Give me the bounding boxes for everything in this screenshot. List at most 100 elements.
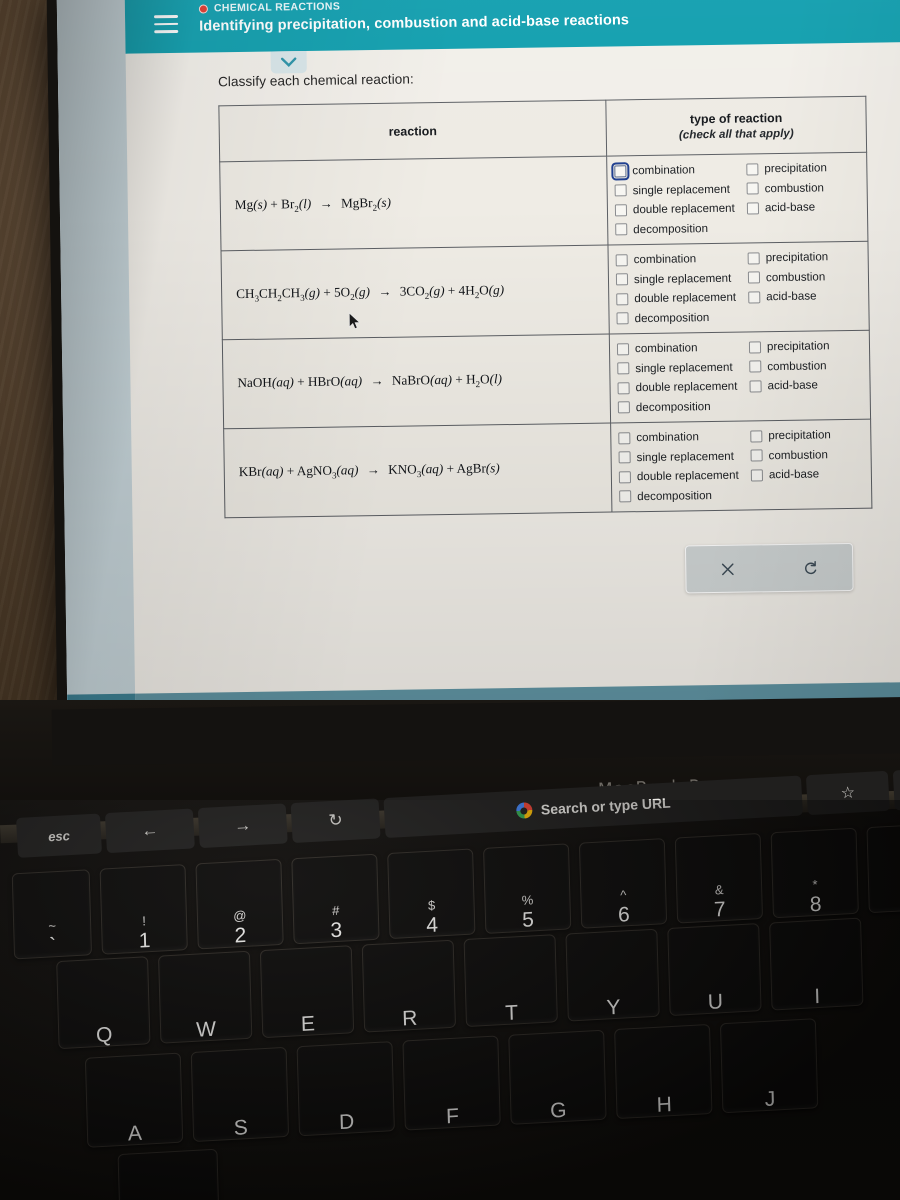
- checkbox-option-single-replacement[interactable]: single replacement: [618, 449, 751, 464]
- key-q[interactable]: Q: [56, 956, 151, 1050]
- key-g[interactable]: G: [508, 1029, 607, 1125]
- key-9[interactable]: (9: [866, 822, 900, 914]
- checkbox-acid-base[interactable]: [746, 202, 760, 215]
- key-w[interactable]: W: [158, 950, 253, 1044]
- checkbox-combustion[interactable]: [749, 360, 762, 373]
- keyboard-bottom-row: Z: [117, 1148, 230, 1200]
- page-left-gutter: [56, 0, 136, 717]
- checkbox-option-precipitation[interactable]: precipitation: [748, 339, 865, 354]
- checkbox-option-acid-base[interactable]: acid-base: [749, 378, 865, 393]
- key-label: J: [764, 1087, 776, 1112]
- key-2[interactable]: @2: [195, 858, 284, 950]
- reset-button[interactable]: [769, 544, 853, 591]
- checkbox-option-decomposition[interactable]: decomposition: [616, 310, 748, 325]
- checkbox-option-combustion[interactable]: combustion: [747, 270, 864, 285]
- checkbox-acid-base[interactable]: [750, 469, 763, 482]
- collapse-panel-toggle[interactable]: [270, 51, 307, 74]
- checkbox-decomposition[interactable]: [616, 312, 629, 325]
- key-`[interactable]: ~ `: [11, 869, 93, 960]
- clear-button[interactable]: [686, 545, 770, 592]
- laptop-keyboard: ~`!1@2#3$4%5^6&7*8(9 Q W ERTYUI ASD F GH J Z: [0, 759, 900, 1200]
- checkbox-option-acid-base[interactable]: acid-base: [750, 467, 867, 482]
- checkbox-acid-base[interactable]: [748, 291, 761, 304]
- checkbox-single-replacement[interactable]: [614, 184, 627, 197]
- key-f[interactable]: F: [402, 1035, 501, 1131]
- key-e[interactable]: E: [259, 945, 355, 1039]
- key-r[interactable]: R: [361, 939, 457, 1033]
- key-8[interactable]: * 8: [770, 827, 859, 919]
- checkbox-option-combustion[interactable]: combustion: [749, 359, 865, 374]
- checkbox-option-decomposition[interactable]: decomposition: [615, 221, 747, 236]
- checkbox-option-combustion[interactable]: combustion: [746, 181, 863, 196]
- table-header-row: reaction type of reaction (check all tha…: [218, 96, 867, 162]
- checkbox-double-replacement[interactable]: [617, 382, 630, 395]
- checkbox-combination[interactable]: [618, 432, 631, 445]
- key-u[interactable]: U: [667, 923, 762, 1017]
- checkbox-combination[interactable]: [616, 343, 630, 356]
- checkbox-combustion[interactable]: [747, 271, 761, 284]
- key-j[interactable]: J: [719, 1018, 819, 1114]
- key-h[interactable]: H: [614, 1023, 713, 1120]
- col-header-type-label: type of reaction: [689, 110, 783, 127]
- key-5[interactable]: % 5: [483, 843, 572, 934]
- key-1[interactable]: ! 1: [99, 864, 188, 955]
- checkbox-precipitation[interactable]: [746, 163, 759, 176]
- checkbox-option-single-replacement[interactable]: single replacement: [614, 182, 747, 197]
- checkbox-option-combustion[interactable]: combustion: [750, 448, 867, 463]
- checkbox-combustion[interactable]: [746, 182, 759, 195]
- checkbox-decomposition[interactable]: [615, 223, 628, 236]
- key-4[interactable]: $4: [387, 848, 476, 940]
- key-y[interactable]: Y: [565, 928, 660, 1022]
- key-z[interactable]: Z: [117, 1148, 220, 1200]
- checkbox-option-combination[interactable]: combination: [615, 252, 748, 267]
- key-7[interactable]: & 7: [674, 832, 764, 924]
- checkbox-combination[interactable]: [611, 161, 630, 181]
- checkbox-option-decomposition[interactable]: decomposition: [617, 399, 750, 414]
- key-3[interactable]: #3: [291, 853, 380, 945]
- checkbox-single-replacement[interactable]: [618, 451, 631, 464]
- checkbox-option-double-replacement[interactable]: double replacement: [617, 380, 749, 395]
- key-d[interactable]: D: [296, 1041, 395, 1137]
- checkbox-option-decomposition[interactable]: decomposition: [619, 488, 751, 503]
- checkbox-option-double-replacement[interactable]: double replacement: [614, 201, 747, 217]
- checkbox-option-single-replacement[interactable]: single replacement: [615, 271, 748, 286]
- checkbox-option-double-replacement[interactable]: double replacement: [616, 291, 748, 306]
- key-s[interactable]: S: [190, 1046, 290, 1143]
- checkbox-option-single-replacement[interactable]: single replacement: [617, 360, 749, 375]
- checkbox-option-precipitation[interactable]: precipitation: [747, 250, 864, 265]
- checkbox-single-replacement[interactable]: [615, 273, 629, 286]
- key-t[interactable]: T: [463, 934, 558, 1028]
- hamburger-icon[interactable]: [154, 14, 179, 34]
- checkbox-acid-base[interactable]: [749, 380, 762, 393]
- checkbox-combustion[interactable]: [750, 449, 763, 462]
- checkbox-double-replacement[interactable]: [618, 471, 632, 484]
- checkbox-option-combination[interactable]: combination: [616, 341, 749, 356]
- checkbox-decomposition[interactable]: [619, 490, 632, 503]
- table-row: KBr(aq) + AgNO3(aq) → KNO3(aq) + AgBr(s)…: [223, 419, 872, 518]
- key-label: W: [195, 1017, 217, 1042]
- exercise-content: Classify each chemical reaction: reactio…: [126, 40, 900, 717]
- checkbox-double-replacement[interactable]: [614, 204, 628, 217]
- key-label: F: [445, 1104, 460, 1129]
- checkbox-option-combination[interactable]: combination: [618, 430, 750, 445]
- checkbox-option-acid-base[interactable]: acid-base: [748, 289, 864, 304]
- checkbox-precipitation[interactable]: [750, 430, 763, 443]
- checkbox-option-double-replacement[interactable]: double replacement: [618, 469, 751, 484]
- checkbox-precipitation[interactable]: [747, 252, 760, 265]
- checkbox-label: acid-base: [766, 289, 817, 304]
- key-6[interactable]: ^ 6: [578, 838, 668, 929]
- checkbox-double-replacement[interactable]: [616, 293, 629, 306]
- checkbox-option-precipitation[interactable]: precipitation: [750, 428, 866, 443]
- key-i[interactable]: I: [769, 917, 864, 1011]
- checkbox-precipitation[interactable]: [748, 341, 762, 354]
- key-a[interactable]: A: [84, 1052, 184, 1148]
- checkbox-single-replacement[interactable]: [617, 362, 630, 375]
- checkbox-option-acid-base[interactable]: acid-base: [746, 200, 863, 215]
- checkbox-label: double replacement: [632, 201, 735, 217]
- browser-page: CHEMICAL REACTIONS Identifying precipita…: [124, 0, 900, 717]
- reaction-equation: KBr(aq) + AgNO3(aq) → KNO3(aq) + AgBr(s): [238, 460, 500, 481]
- checkbox-decomposition[interactable]: [617, 401, 630, 414]
- checkbox-option-precipitation[interactable]: precipitation: [746, 161, 862, 176]
- checkbox-combination[interactable]: [615, 254, 628, 267]
- checkbox-option-combination[interactable]: combination: [611, 161, 746, 181]
